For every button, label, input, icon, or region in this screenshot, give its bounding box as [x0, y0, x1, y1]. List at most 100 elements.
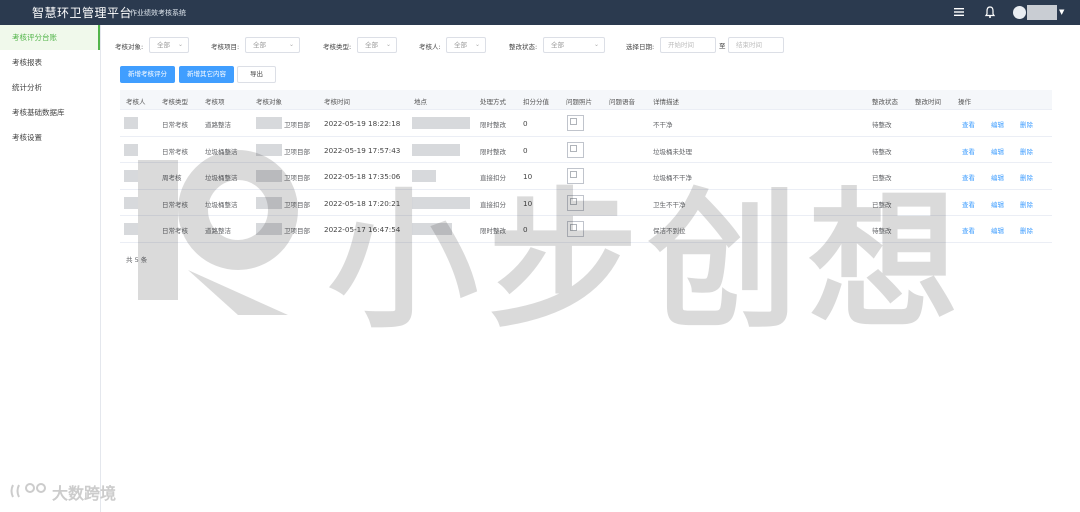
bell-icon[interactable] [983, 5, 997, 19]
filter-object-label: 考核对象: [115, 43, 144, 51]
cell-status: 待整改 [872, 147, 892, 156]
score-table: 考核人 考核类型 考核项 考核对象 考核时间 地点 处理方式 扣分分值 问题照片… [120, 90, 1052, 243]
hamburger-menu-icon[interactable] [952, 5, 966, 19]
problem-photo-thumbnail[interactable] [567, 141, 584, 158]
view-link[interactable]: 查看 [962, 225, 975, 235]
chevron-down-icon: ⌄ [474, 41, 480, 48]
edit-link[interactable]: 编辑 [991, 225, 1004, 235]
filter-kind-value: 全部 [365, 41, 378, 49]
view-link[interactable]: 查看 [962, 146, 975, 156]
cell-object: 卫项目部 [284, 121, 310, 129]
cell-kind: 日常考核 [162, 200, 188, 209]
cell-time: 2022-05-18 17:20:21 [324, 198, 401, 208]
cell-description: 垃圾桶不干净 [653, 174, 692, 182]
redacted-cell [256, 170, 282, 182]
delete-link[interactable]: 删除 [1020, 172, 1033, 182]
cell-description: 垃圾桶未处理 [653, 147, 692, 156]
chevron-down-icon: ⌄ [288, 41, 294, 48]
filter-project-label: 考核项目: [211, 43, 240, 51]
total-count: 共 5 条 [126, 256, 148, 264]
table-row: 日常考核 垃圾桶整洁 卫项目部 2022-05-18 17:20:21 直接扣分… [120, 190, 1052, 216]
date-end-input[interactable]: 结束时间 [728, 37, 784, 53]
col-header: 整改时间 [915, 98, 941, 106]
delete-link[interactable]: 删除 [1020, 146, 1033, 156]
app-subtitle: 作业绩效考核系统 [130, 9, 186, 17]
cell-object: 卫项目部 [284, 227, 310, 235]
filter-object-select[interactable]: 全部 ⌄ [149, 37, 189, 53]
chevron-down-icon: ▼ [1059, 8, 1065, 16]
table-row: 日常考核 道路整洁 卫项目部 2022-05-17 16:47:54 限时整改 … [120, 216, 1052, 243]
user-menu[interactable]: ▼ [1013, 4, 1069, 21]
cell-method: 限时整改 [480, 121, 506, 129]
redacted-cell [124, 223, 138, 235]
cell-score: 10 [523, 172, 533, 181]
cell-score: 10 [523, 198, 533, 208]
cell-status: 待整改 [872, 121, 892, 129]
col-header: 扣分分值 [523, 98, 549, 106]
cell-object: 卫项目部 [284, 147, 310, 156]
filter-status-select[interactable]: 全部 ⌄ [543, 37, 605, 53]
redacted-cell [412, 223, 452, 235]
cell-description: 不干净 [653, 121, 673, 129]
edit-link[interactable]: 编辑 [991, 119, 1004, 129]
redacted-cell [256, 117, 282, 129]
filter-bar: 考核对象: 全部 ⌄ 考核项目: 全部 ⌄ 考核类型: 全部 ⌄ 考核人: 全部 ⌄ 整… [115, 37, 795, 53]
cell-kind: 日常考核 [162, 147, 188, 156]
view-link[interactable]: 查看 [962, 119, 975, 129]
edit-link[interactable]: 编辑 [991, 199, 1004, 209]
date-start-input[interactable]: 开始时间 [660, 37, 716, 53]
top-bar: 智慧环卫管理平台 作业绩效考核系统 ▼ [0, 0, 1080, 25]
cell-time: 2022-05-17 16:47:54 [324, 225, 401, 234]
filter-project-select[interactable]: 全部 ⌄ [245, 37, 300, 53]
filter-project-value: 全部 [253, 41, 266, 49]
chevron-down-icon: ⌄ [177, 41, 183, 48]
sidebar-item-statistics[interactable]: 统计分析 [0, 75, 100, 100]
filter-person-value: 全部 [454, 41, 467, 49]
problem-photo-thumbnail[interactable] [567, 115, 584, 131]
redacted-cell [124, 143, 138, 156]
cell-description: 卫生不干净 [653, 200, 686, 209]
delete-link[interactable]: 删除 [1020, 199, 1033, 209]
col-header: 操作 [958, 98, 971, 106]
cell-item: 垃圾桶整洁 [205, 147, 238, 156]
redacted-cell [412, 170, 436, 182]
view-link[interactable]: 查看 [962, 172, 975, 182]
sidebar-item-score-ledger[interactable]: 考核评分台账 [0, 25, 100, 50]
problem-photo-thumbnail[interactable] [567, 194, 584, 211]
cell-time: 2022-05-19 18:22:18 [324, 119, 401, 128]
edit-link[interactable]: 编辑 [991, 172, 1004, 182]
add-score-button[interactable]: 新增考核评分 [120, 66, 175, 83]
problem-photo-thumbnail[interactable] [567, 221, 584, 237]
redacted-cell [256, 143, 282, 156]
view-link[interactable]: 查看 [962, 199, 975, 209]
table-header: 考核人 考核类型 考核项 考核对象 考核时间 地点 处理方式 扣分分值 问题照片… [120, 90, 1052, 110]
filter-kind-label: 考核类型: [323, 43, 352, 51]
cell-status: 已整改 [872, 174, 892, 182]
cell-object: 卫项目部 [284, 174, 310, 182]
sidebar-item-settings[interactable]: 考核设置 [0, 125, 100, 150]
col-header: 考核时间 [324, 98, 350, 106]
sidebar-item-report[interactable]: 考核报表 [0, 50, 100, 75]
filter-object-value: 全部 [157, 41, 170, 49]
delete-link[interactable]: 删除 [1020, 119, 1033, 129]
cell-item: 道路整洁 [205, 227, 231, 235]
redacted-cell [412, 196, 470, 209]
sidebar-item-base-database[interactable]: 考核基础数据库 [0, 100, 100, 125]
col-header: 地点 [414, 98, 427, 106]
add-other-button[interactable]: 新增其它内容 [179, 66, 234, 83]
export-button[interactable]: 导出 [237, 66, 276, 83]
problem-photo-thumbnail[interactable] [567, 168, 584, 184]
cell-kind: 日常考核 [162, 121, 188, 129]
col-header: 考核人 [126, 98, 146, 106]
cell-status: 已整改 [872, 200, 892, 209]
filter-kind-select[interactable]: 全部 ⌄ [357, 37, 397, 53]
col-header: 考核项 [205, 98, 225, 106]
cell-method: 直接扣分 [480, 174, 506, 182]
redacted-cell [412, 117, 470, 129]
chevron-down-icon: ⌄ [385, 41, 391, 48]
filter-person-select[interactable]: 全部 ⌄ [446, 37, 486, 53]
col-header: 考核对象 [256, 98, 282, 106]
corner-watermark-text: 大数跨境 [52, 484, 117, 503]
delete-link[interactable]: 删除 [1020, 225, 1033, 235]
edit-link[interactable]: 编辑 [991, 146, 1004, 156]
